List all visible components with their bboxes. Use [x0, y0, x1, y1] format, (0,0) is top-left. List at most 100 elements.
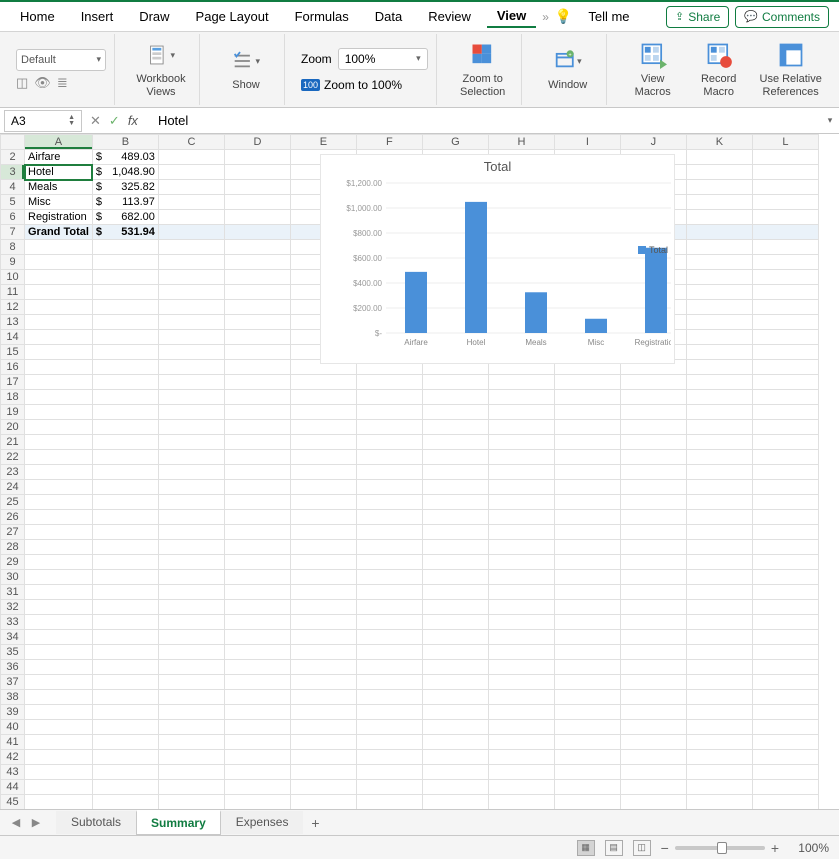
cell-L26[interactable]	[752, 510, 818, 525]
cell-D33[interactable]	[224, 615, 290, 630]
cell-G43[interactable]	[422, 765, 488, 780]
cell-J30[interactable]	[620, 570, 686, 585]
workbook-views-button[interactable]: ▾ Workbook Views	[131, 41, 191, 97]
cell-E19[interactable]	[290, 405, 356, 420]
cell-B19[interactable]	[92, 405, 158, 420]
cell-F25[interactable]	[356, 495, 422, 510]
cell-A43[interactable]	[25, 765, 93, 780]
cell-L18[interactable]	[752, 390, 818, 405]
cell-L36[interactable]	[752, 660, 818, 675]
cell-G31[interactable]	[422, 585, 488, 600]
cell-B24[interactable]	[92, 480, 158, 495]
cell-D27[interactable]	[224, 525, 290, 540]
cell-C41[interactable]	[158, 735, 224, 750]
tell-me[interactable]: Tell me	[578, 6, 639, 27]
col-header-C[interactable]: C	[158, 135, 224, 150]
cell-F38[interactable]	[356, 690, 422, 705]
cell-C17[interactable]	[158, 375, 224, 390]
menu-data[interactable]: Data	[365, 6, 412, 27]
cell-C10[interactable]	[158, 270, 224, 285]
cell-E40[interactable]	[290, 720, 356, 735]
cell-K43[interactable]	[686, 765, 752, 780]
cell-F30[interactable]	[356, 570, 422, 585]
cell-A3[interactable]: Hotel	[25, 165, 93, 180]
zoom-100-button[interactable]: 100Zoom to 100%	[301, 78, 428, 92]
cell-J41[interactable]	[620, 735, 686, 750]
menu-review[interactable]: Review	[418, 6, 481, 27]
cell-D37[interactable]	[224, 675, 290, 690]
cell-A34[interactable]	[25, 630, 93, 645]
cell-C9[interactable]	[158, 255, 224, 270]
row-header-45[interactable]: 45	[1, 795, 25, 810]
cell-H28[interactable]	[488, 540, 554, 555]
cell-D28[interactable]	[224, 540, 290, 555]
cell-B17[interactable]	[92, 375, 158, 390]
cell-A7[interactable]: Grand Total	[25, 225, 93, 240]
cell-I42[interactable]	[554, 750, 620, 765]
cell-C19[interactable]	[158, 405, 224, 420]
cell-D40[interactable]	[224, 720, 290, 735]
cell-D17[interactable]	[224, 375, 290, 390]
cell-F18[interactable]	[356, 390, 422, 405]
row-header-41[interactable]: 41	[1, 735, 25, 750]
cell-C23[interactable]	[158, 465, 224, 480]
cell-F39[interactable]	[356, 705, 422, 720]
cell-A6[interactable]: Registration	[25, 210, 93, 225]
cell-B29[interactable]	[92, 555, 158, 570]
cell-H34[interactable]	[488, 630, 554, 645]
cell-H25[interactable]	[488, 495, 554, 510]
cell-L23[interactable]	[752, 465, 818, 480]
cell-E34[interactable]	[290, 630, 356, 645]
cell-J42[interactable]	[620, 750, 686, 765]
cell-F17[interactable]	[356, 375, 422, 390]
cell-L19[interactable]	[752, 405, 818, 420]
cell-I17[interactable]	[554, 375, 620, 390]
cell-D43[interactable]	[224, 765, 290, 780]
cell-K7[interactable]	[686, 225, 752, 240]
row-header-20[interactable]: 20	[1, 420, 25, 435]
cell-E23[interactable]	[290, 465, 356, 480]
cell-G40[interactable]	[422, 720, 488, 735]
cell-G27[interactable]	[422, 525, 488, 540]
cell-K41[interactable]	[686, 735, 752, 750]
cell-B16[interactable]	[92, 360, 158, 375]
cell-I39[interactable]	[554, 705, 620, 720]
zoom-selection-button[interactable]: Zoom to Selection	[453, 41, 513, 97]
cell-B35[interactable]	[92, 645, 158, 660]
cell-K37[interactable]	[686, 675, 752, 690]
cell-G35[interactable]	[422, 645, 488, 660]
cell-K27[interactable]	[686, 525, 752, 540]
cell-B13[interactable]	[92, 315, 158, 330]
cell-L28[interactable]	[752, 540, 818, 555]
cell-A33[interactable]	[25, 615, 93, 630]
col-header-E[interactable]: E	[290, 135, 356, 150]
cell-E26[interactable]	[290, 510, 356, 525]
menu-page-layout[interactable]: Page Layout	[186, 6, 279, 27]
col-header-B[interactable]: B	[92, 135, 158, 150]
cell-D9[interactable]	[224, 255, 290, 270]
cell-H43[interactable]	[488, 765, 554, 780]
cell-H22[interactable]	[488, 450, 554, 465]
cell-L7[interactable]	[752, 225, 818, 240]
cell-H18[interactable]	[488, 390, 554, 405]
cell-I21[interactable]	[554, 435, 620, 450]
row-header-3[interactable]: 3	[1, 165, 25, 180]
zoom-input[interactable]: 100%▾	[338, 48, 428, 70]
cell-B33[interactable]	[92, 615, 158, 630]
cell-C29[interactable]	[158, 555, 224, 570]
cell-D29[interactable]	[224, 555, 290, 570]
cell-E38[interactable]	[290, 690, 356, 705]
cell-K14[interactable]	[686, 330, 752, 345]
cell-B12[interactable]	[92, 300, 158, 315]
cell-J33[interactable]	[620, 615, 686, 630]
cell-E39[interactable]	[290, 705, 356, 720]
record-macro-button[interactable]: Record Macro	[689, 41, 749, 97]
col-header-G[interactable]: G	[422, 135, 488, 150]
sheet-tab-expenses[interactable]: Expenses	[221, 811, 304, 834]
cell-I22[interactable]	[554, 450, 620, 465]
cell-D4[interactable]	[224, 180, 290, 195]
cell-E41[interactable]	[290, 735, 356, 750]
cell-L38[interactable]	[752, 690, 818, 705]
cell-K12[interactable]	[686, 300, 752, 315]
cell-K20[interactable]	[686, 420, 752, 435]
